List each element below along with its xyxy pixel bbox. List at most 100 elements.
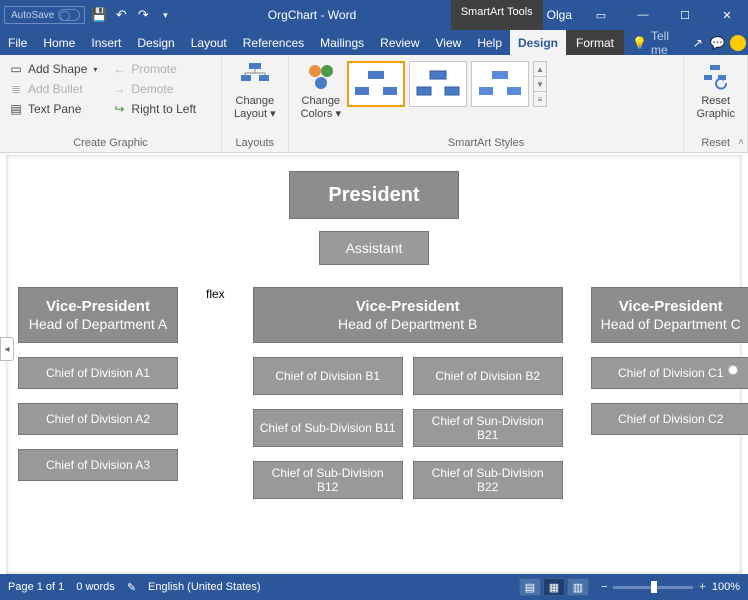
- gallery-more-icon[interactable]: ≡: [534, 92, 546, 106]
- org-b21[interactable]: Chief of Sun-Division B21: [413, 409, 563, 447]
- add-shape-button[interactable]: ▭Add Shape▾: [6, 59, 99, 79]
- selection-handle[interactable]: [728, 365, 738, 375]
- gallery-down-icon[interactable]: ▼: [534, 77, 546, 92]
- document-area[interactable]: ◂ President Assistant Vice-President Hea…: [0, 153, 748, 574]
- group-label: Reset: [690, 135, 741, 152]
- zoom-level[interactable]: 100%: [712, 581, 740, 593]
- tab-references[interactable]: References: [235, 30, 312, 55]
- style-option-1[interactable]: [347, 61, 405, 107]
- group-label: Create Graphic: [6, 135, 215, 152]
- reset-graphic-button[interactable]: Reset Graphic: [690, 59, 741, 123]
- vp-a-sub: Head of Department A: [25, 316, 171, 333]
- proofing-icon[interactable]: ✎: [127, 581, 136, 594]
- zoom-out-button[interactable]: −: [601, 581, 607, 593]
- tab-design[interactable]: Design: [129, 30, 182, 55]
- zoom-in-button[interactable]: +: [699, 581, 705, 593]
- qat-dropdown-icon[interactable]: ▾: [157, 7, 173, 23]
- language-status[interactable]: English (United States): [148, 581, 261, 593]
- group-layouts: Change Layout ▾ Layouts: [222, 55, 289, 152]
- promote-icon: ←: [111, 61, 127, 77]
- maximize-button[interactable]: ☐: [668, 0, 702, 30]
- org-vp-a[interactable]: Vice-President Head of Department A: [18, 287, 178, 343]
- undo-icon[interactable]: ↶: [113, 7, 129, 23]
- tab-smartart-design[interactable]: Design: [510, 30, 566, 55]
- tab-mailings[interactable]: Mailings: [312, 30, 372, 55]
- title-bar: AutoSave 💾 ↶ ↷ ▾ OrgChart - Word SmartAr…: [0, 0, 748, 30]
- org-b22[interactable]: Chief of Sub-Division B22: [413, 461, 563, 499]
- org-a2[interactable]: Chief of Division A2: [18, 403, 178, 435]
- add-bullet-button[interactable]: ≣Add Bullet: [6, 79, 99, 99]
- vp-c-title: Vice-President: [598, 298, 744, 316]
- print-layout-icon[interactable]: ▦: [543, 578, 565, 596]
- rtl-icon: ↪: [111, 101, 127, 117]
- add-bullet-label: Add Bullet: [28, 82, 83, 96]
- ribbon-options-icon[interactable]: ▭: [584, 0, 618, 30]
- feedback-icon[interactable]: [728, 30, 748, 55]
- autosave-label: AutoSave: [11, 10, 54, 21]
- change-colors-button[interactable]: Change Colors ▾: [295, 59, 347, 123]
- promote-button[interactable]: ← Promote: [109, 59, 198, 79]
- style-option-2[interactable]: [409, 61, 467, 107]
- change-layout-button[interactable]: Change Layout ▾: [228, 59, 282, 123]
- right-to-left-button[interactable]: ↪Right to Left: [109, 99, 198, 119]
- text-pane-handle[interactable]: ◂: [0, 337, 14, 361]
- org-c1[interactable]: Chief of Division C1: [591, 357, 748, 389]
- change-colors-text1: Change: [302, 95, 341, 108]
- user-name[interactable]: Olga: [543, 8, 576, 22]
- org-vp-b[interactable]: Vice-President Head of Department B: [253, 287, 563, 343]
- gallery-up-icon[interactable]: ▲: [534, 62, 546, 77]
- window-title: OrgChart - Word: [173, 8, 450, 22]
- autosave-toggle[interactable]: AutoSave: [4, 6, 85, 24]
- org-vp-c[interactable]: Vice-President Head of Department C: [591, 287, 748, 343]
- zoom-slider[interactable]: [613, 586, 693, 589]
- tab-home[interactable]: Home: [35, 30, 83, 55]
- style-gallery: ▲ ▼ ≡: [347, 59, 551, 123]
- org-b1[interactable]: Chief of Division B1: [253, 357, 403, 395]
- page-number[interactable]: Page 1 of 1: [8, 581, 64, 593]
- share-icon[interactable]: ↗: [688, 30, 708, 55]
- contextual-tab-label: SmartArt Tools: [451, 0, 543, 30]
- demote-icon: →: [111, 81, 127, 97]
- tab-layout[interactable]: Layout: [183, 30, 235, 55]
- org-c2[interactable]: Chief of Division C2: [591, 403, 748, 435]
- text-pane-button[interactable]: ▤Text Pane: [6, 99, 99, 119]
- org-a3[interactable]: Chief of Division A3: [18, 449, 178, 481]
- tab-insert[interactable]: Insert: [83, 30, 129, 55]
- web-layout-icon[interactable]: ▥: [567, 578, 589, 596]
- demote-button[interactable]: →Demote: [109, 79, 198, 99]
- tab-review[interactable]: Review: [372, 30, 427, 55]
- org-a1[interactable]: Chief of Division A1: [18, 357, 178, 389]
- redo-icon[interactable]: ↷: [135, 7, 151, 23]
- toggle-off-icon: [58, 9, 80, 21]
- change-layout-text1: Change: [236, 95, 275, 108]
- tab-smartart-format[interactable]: Format: [566, 30, 624, 55]
- comments-icon[interactable]: 💬: [708, 30, 728, 55]
- add-shape-icon: ▭: [8, 61, 24, 77]
- minimize-button[interactable]: —: [626, 0, 660, 30]
- word-count[interactable]: 0 words: [76, 581, 115, 593]
- collapse-ribbon-icon[interactable]: ˄: [738, 137, 744, 148]
- status-bar: Page 1 of 1 0 words ✎ English (United St…: [0, 574, 748, 600]
- change-layout-text2: Layout ▾: [234, 108, 276, 121]
- save-icon[interactable]: 💾: [91, 7, 107, 23]
- org-b2[interactable]: Chief of Division B2: [413, 357, 563, 395]
- reset-icon: [700, 61, 732, 93]
- close-button[interactable]: ✕: [710, 0, 744, 30]
- tab-file[interactable]: File: [0, 30, 35, 55]
- promote-label: Promote: [131, 62, 176, 76]
- org-president[interactable]: President: [289, 171, 459, 219]
- group-create-graphic: ▭Add Shape▾ ≣Add Bullet ▤Text Pane ←Prom…: [0, 55, 222, 152]
- tell-me-search[interactable]: 💡 Tell me: [624, 30, 688, 55]
- style-option-3[interactable]: [471, 61, 529, 107]
- read-mode-icon[interactable]: ▤: [519, 578, 541, 596]
- org-b12[interactable]: Chief of Sub-Division B12: [253, 461, 403, 499]
- vp-c-sub: Head of Department C: [598, 316, 744, 333]
- smiley-icon: [730, 35, 746, 51]
- tab-view[interactable]: View: [428, 30, 470, 55]
- org-b11[interactable]: Chief of Sub-Division B11: [253, 409, 403, 447]
- ribbon-tabs: File Home Insert Design Layout Reference…: [0, 30, 748, 55]
- zoom-control: − + 100%: [601, 581, 740, 593]
- add-shape-label: Add Shape: [28, 62, 87, 76]
- tab-help[interactable]: Help: [469, 30, 510, 55]
- org-assistant[interactable]: Assistant: [319, 231, 429, 265]
